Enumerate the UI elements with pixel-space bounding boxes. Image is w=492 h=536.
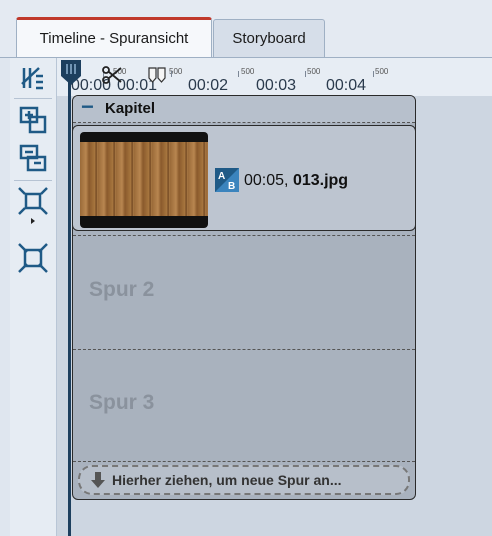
ruler-subtick-label: 500 [375, 67, 389, 76]
track-2[interactable]: Spur 2 [73, 235, 415, 350]
timeline-toolbar [10, 58, 57, 536]
clip-filename: 013.jpg [292, 172, 349, 189]
expand-button[interactable] [16, 240, 50, 276]
ruler-tick [171, 71, 172, 77]
transition-ab-icon[interactable]: A B [215, 168, 239, 192]
arrow-down-icon [91, 472, 105, 488]
track-label: Spur 2 [89, 278, 155, 301]
tab-storyboard-label: Storyboard [232, 30, 306, 47]
ruler-time-label: 00:03 [256, 77, 297, 94]
toolbar-separator [14, 98, 52, 99]
expand-icon [18, 243, 48, 273]
clip-duration: 00:05, [244, 172, 289, 189]
ruler-tick [238, 71, 239, 77]
chapter-title: Kapitel [105, 100, 156, 117]
tab-timeline[interactable]: Timeline - Spuransicht [16, 17, 212, 57]
track-1[interactable]: A B 00:05, 013.jpg [72, 125, 416, 231]
add-item-button[interactable] [16, 104, 50, 136]
marker-icon[interactable] [147, 66, 167, 84]
ruler-time-label: 00:04 [326, 77, 367, 94]
ruler-subtick-label: 500 [307, 67, 321, 76]
chapter-header: − Kapitel [73, 94, 415, 123]
time-ruler[interactable]: 500 500 500 500 500 00:00 00:01 00:02 00… [57, 58, 492, 96]
tab-storyboard[interactable]: Storyboard [213, 19, 325, 57]
ruler-tick [305, 71, 306, 77]
ruler-time-label: 00:02 [188, 77, 229, 94]
clip-thumbnail[interactable] [80, 132, 208, 228]
svg-text:B: B [228, 181, 235, 192]
tab-bar: Timeline - Spuransicht Storyboard [0, 0, 492, 58]
toolbar-separator [14, 180, 52, 181]
chapter-group[interactable]: − Kapitel A B 00:05, 013.jpg Spur 2 Spur… [72, 94, 416, 500]
shrink-button[interactable] [16, 186, 50, 224]
track-label: Spur 3 [89, 391, 155, 414]
add-item-icon [19, 106, 47, 134]
split-icon [21, 67, 43, 90]
playhead-line[interactable] [68, 80, 71, 536]
shrink-icon [18, 187, 48, 224]
ruler-tick [373, 71, 374, 77]
track-3[interactable]: Spur 3 [73, 348, 415, 462]
remove-item-button[interactable] [16, 142, 50, 174]
tab-timeline-label: Timeline - Spuransicht [39, 30, 189, 47]
collapse-button[interactable]: − [81, 94, 94, 120]
dropzone-label: Hierher ziehen, um neue Spur an... [112, 472, 342, 488]
remove-item-icon [19, 144, 47, 172]
clip-info: 00:05, 013.jpg [244, 172, 348, 190]
split-button[interactable] [16, 62, 50, 94]
ruler-subtick-label: 500 [241, 67, 255, 76]
wood-image [80, 142, 208, 216]
scissors-icon[interactable] [101, 64, 123, 86]
playhead-handle-icon[interactable] [59, 58, 83, 86]
new-track-dropzone[interactable]: Hierher ziehen, um neue Spur an... [78, 465, 410, 495]
svg-text:A: A [218, 171, 225, 182]
